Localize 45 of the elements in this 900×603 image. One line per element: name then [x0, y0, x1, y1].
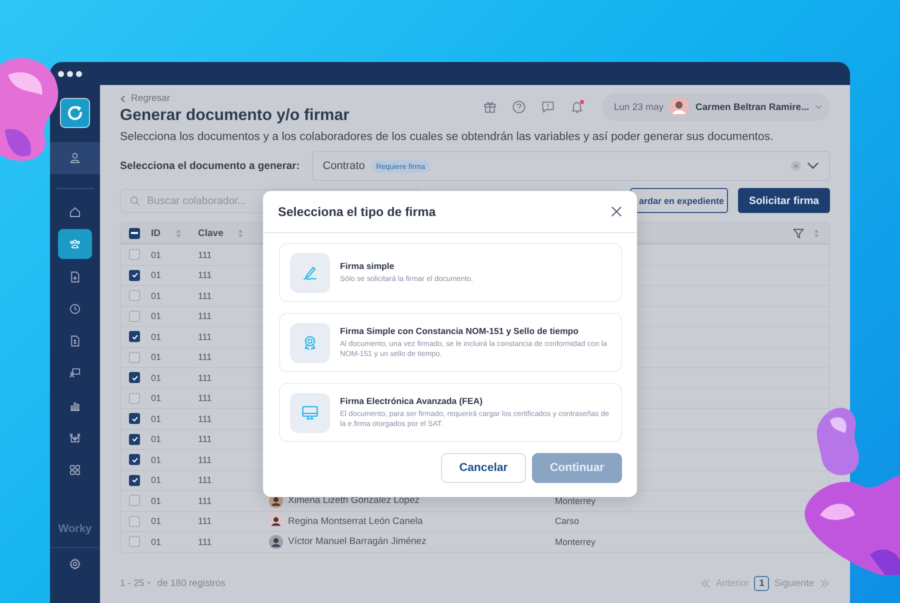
table-cell-text: 01	[151, 434, 162, 444]
table-cell-text: 01	[151, 454, 162, 465]
table-cell: Carso	[555, 516, 580, 526]
page-description: Selecciona los documentos y a los colaboradores de los cuales se obtendrán las variables y así poder generar sus documentos.	[120, 131, 774, 143]
table-cell-text: 01	[151, 290, 162, 301]
table-cell-text: 01	[151, 372, 162, 383]
table-cell: Monterrey	[555, 536, 596, 547]
table-cell-text: 01	[151, 496, 162, 506]
table-cell-text: 111	[198, 434, 213, 444]
table-cell-text: 111	[198, 332, 213, 342]
table-cell-text: 111	[198, 270, 213, 280]
table-cell: Regina Montserrat León Canela	[288, 516, 423, 527]
table-cell-text: 111	[198, 352, 213, 362]
table-cell-text: 111	[198, 372, 213, 383]
dialog-title: Selecciona el tipo de firma	[278, 204, 436, 218]
table-cell-text: 111	[198, 454, 213, 465]
table-cell-text: 01	[151, 250, 162, 260]
table-cell-text: 111	[198, 414, 213, 424]
page-title: Generar documento y/o firmar	[120, 107, 350, 125]
table-cell-text: 111	[198, 250, 213, 260]
table-cell-text: 01	[151, 536, 162, 547]
table-cell-text: 111	[198, 311, 213, 322]
option-title: Firma simple	[340, 261, 396, 271]
table-cell: Víctor Manuel Barragán Jiménez	[288, 536, 426, 548]
table-cell-text: 01	[151, 475, 162, 486]
table-cell-text: 111	[198, 475, 213, 486]
table-cell-text: 111	[198, 393, 213, 404]
table-cell-text: 111	[198, 496, 213, 506]
table-cell-text: 01	[151, 516, 162, 526]
option-title: Firma Simple con Constancia NOM-151 y Sello de tiempo	[340, 326, 580, 336]
table-cell: Ximena Lizeth Gónzalez López	[288, 495, 420, 506]
table-cell-text: 111	[198, 516, 213, 526]
brand-name: Worky	[58, 523, 92, 535]
table-cell-text: 01	[151, 311, 162, 322]
table-cell-text: 01	[151, 414, 162, 424]
table-cell-text: 01	[151, 270, 162, 280]
table-cell-text: 01	[151, 352, 162, 362]
table-cell-text: 111	[198, 290, 213, 301]
option-title: Firma Electrónica Avanzada (FEA)	[340, 396, 484, 406]
table-cell: Monterrey	[555, 496, 596, 506]
record-count: de 180 registros	[157, 578, 226, 588]
field-label: Selecciona el documento a generar:	[120, 160, 300, 172]
table-cell-text: 111	[198, 536, 213, 547]
table-cell-text: 01	[151, 332, 162, 342]
table-cell-text: 01	[151, 393, 162, 404]
